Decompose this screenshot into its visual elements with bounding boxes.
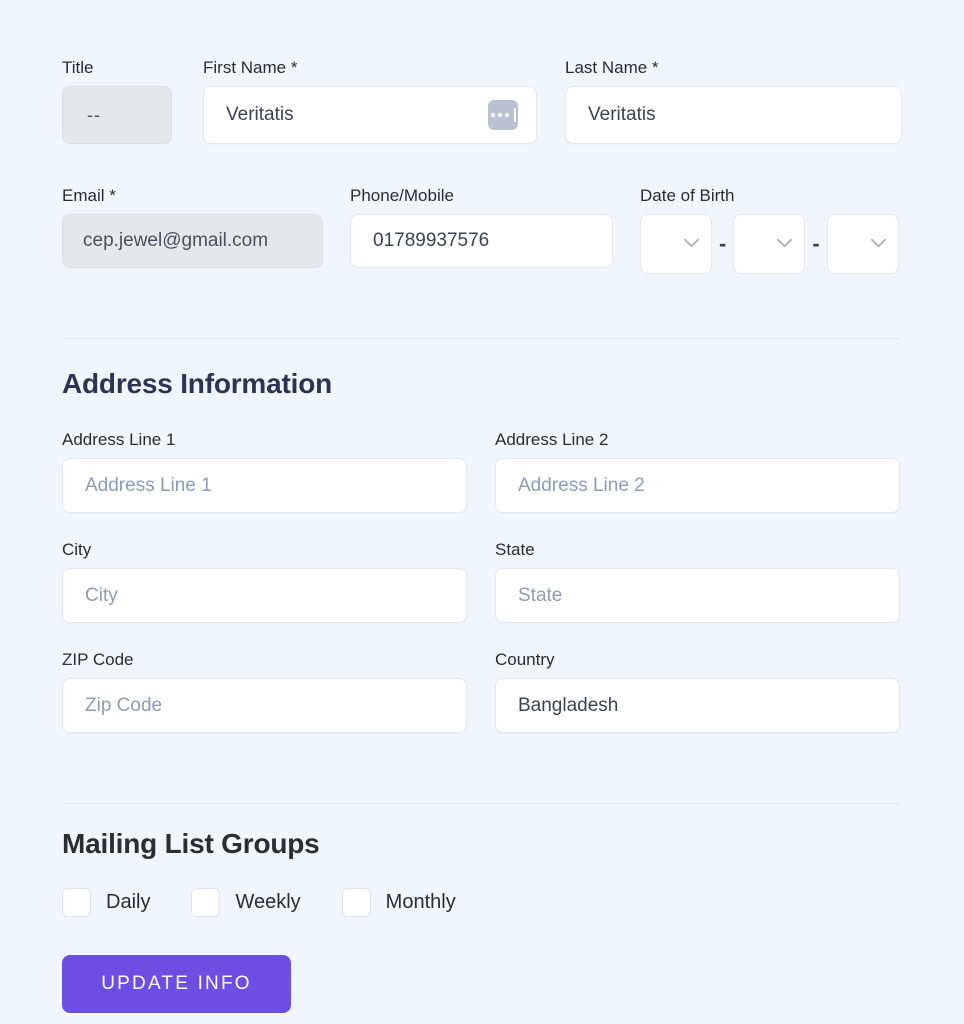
- checkbox-monthly-label: Monthly: [385, 891, 456, 913]
- dob-label: Date of Birth: [640, 186, 735, 205]
- title-value: --: [87, 104, 101, 125]
- dob-day-select[interactable]: [640, 214, 712, 274]
- address-line1-label: Address Line 1: [62, 430, 176, 449]
- email-field-group: Email * cep.jewel@gmail.com: [62, 186, 323, 268]
- country-label: Country: [495, 650, 555, 669]
- mailing-option-daily[interactable]: Daily: [62, 888, 150, 917]
- first-name-value: Veritatis: [226, 104, 294, 125]
- last-name-field-group: Last Name * Veritatis: [565, 58, 902, 144]
- email-label: Email *: [62, 186, 116, 205]
- address-line2-input[interactable]: Address Line 2: [495, 458, 900, 513]
- state-group: State State: [495, 540, 900, 623]
- chevron-down-icon: [870, 238, 886, 248]
- phone-field-group: Phone/Mobile 01789937576: [350, 186, 613, 268]
- address-row-1: Address Line 1 Address Line 1 Address Li…: [62, 430, 900, 513]
- zip-group: ZIP Code Zip Code: [62, 650, 467, 733]
- first-name-label: First Name *: [203, 58, 298, 77]
- dob-separator-1: -: [719, 231, 727, 256]
- phone-value: 01789937576: [373, 230, 490, 251]
- section-divider-mailing: [62, 803, 900, 804]
- last-name-label: Last Name *: [565, 58, 659, 77]
- address-line2-group: Address Line 2 Address Line 2: [495, 430, 900, 513]
- address-line1-input[interactable]: Address Line 1: [62, 458, 467, 513]
- state-label: State: [495, 540, 535, 559]
- chevron-down-icon: [777, 238, 793, 248]
- chevron-down-icon: [684, 238, 699, 248]
- mailing-checkbox-group: Daily Weekly Monthly: [62, 888, 497, 917]
- checkbox-weekly[interactable]: [191, 888, 221, 917]
- zip-label: ZIP Code: [62, 650, 134, 669]
- address-section-heading: Address Information: [62, 368, 333, 399]
- mailing-option-weekly[interactable]: Weekly: [191, 888, 301, 917]
- address-line1-group: Address Line 1 Address Line 1: [62, 430, 467, 513]
- personal-name-row: Title -- First Name * Veritatis Last Nam…: [62, 58, 902, 168]
- last-name-value: Veritatis: [588, 104, 656, 125]
- city-input[interactable]: City: [62, 568, 467, 623]
- city-group: City City: [62, 540, 467, 623]
- dob-separator-2: -: [812, 231, 820, 256]
- checkbox-daily[interactable]: [62, 888, 91, 917]
- dob-field-group: Date of Birth - -: [640, 186, 902, 274]
- email-value: cep.jewel@gmail.com: [83, 230, 269, 251]
- section-divider-address: [62, 338, 900, 339]
- country-input[interactable]: Bangladesh: [495, 678, 900, 733]
- state-input[interactable]: State: [495, 568, 900, 623]
- title-field-group: Title --: [62, 58, 172, 144]
- dob-month-select[interactable]: [733, 214, 806, 274]
- last-name-input[interactable]: Veritatis: [565, 86, 902, 144]
- phone-label: Phone/Mobile: [350, 186, 454, 205]
- address-row-2: City City State State: [62, 540, 900, 623]
- country-group: Country Bangladesh: [495, 650, 900, 733]
- profile-form-page: Title -- First Name * Veritatis Last Nam…: [0, 0, 964, 1024]
- address-grid: Address Line 1 Address Line 1 Address Li…: [62, 430, 900, 760]
- first-name-input[interactable]: Veritatis: [203, 86, 537, 144]
- first-name-field-group: First Name * Veritatis: [203, 58, 537, 144]
- city-label: City: [62, 540, 92, 559]
- phone-input[interactable]: 01789937576: [350, 214, 613, 268]
- personal-contact-row: Email * cep.jewel@gmail.com Phone/Mobile…: [62, 186, 902, 296]
- address-row-3: ZIP Code Zip Code Country Bangladesh: [62, 650, 900, 733]
- title-label: Title: [62, 58, 94, 77]
- checkbox-daily-label: Daily: [106, 891, 151, 913]
- update-info-button[interactable]: Update Info: [62, 955, 291, 1013]
- mailing-option-monthly[interactable]: Monthly: [341, 888, 456, 917]
- title-select[interactable]: --: [62, 86, 172, 144]
- dob-year-select[interactable]: [826, 214, 899, 274]
- dob-selects: - -: [640, 214, 902, 274]
- checkbox-weekly-label: Weekly: [235, 891, 301, 913]
- zip-input[interactable]: Zip Code: [62, 678, 467, 733]
- email-input: cep.jewel@gmail.com: [62, 214, 323, 268]
- more-dots-icon[interactable]: [488, 100, 518, 130]
- checkbox-monthly[interactable]: [341, 888, 371, 917]
- address-line2-label: Address Line 2: [495, 430, 609, 449]
- mailing-section-heading: Mailing List Groups: [62, 828, 320, 859]
